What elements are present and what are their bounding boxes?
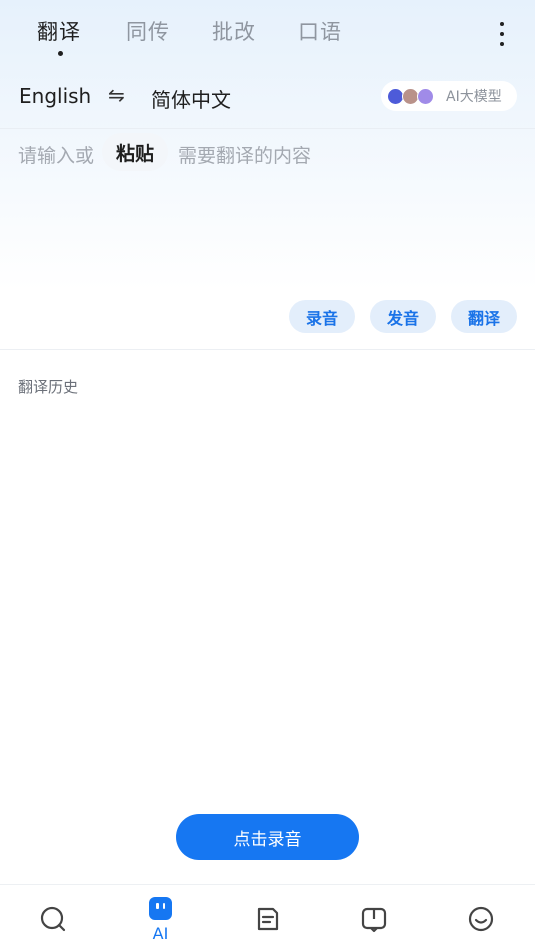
top-tabs: 翻译 同传 批改 口语 [0, 0, 535, 68]
more-menu-button[interactable] [492, 22, 512, 46]
tab-speaking[interactable]: 口语 [298, 16, 342, 46]
star-model-icon [417, 87, 434, 105]
nav-ai-label: AI [152, 924, 169, 943]
paste-button[interactable]: 粘贴 [102, 133, 168, 171]
nav-item-document[interactable] [214, 885, 321, 951]
search-icon [40, 906, 66, 932]
tap-to-record-button[interactable]: 点击录音 [176, 814, 359, 860]
ai-icon [149, 897, 172, 920]
tab-correction[interactable]: 批改 [212, 16, 256, 46]
source-language[interactable]: English [19, 84, 91, 108]
active-tab-indicator [58, 51, 63, 56]
input-placeholder-prefix: 请输入或 [18, 145, 95, 167]
more-dot-icon [500, 42, 504, 46]
smile-icon [468, 906, 494, 932]
nav-item-book[interactable] [321, 885, 428, 951]
input-placeholder-suffix: 需要翻译的内容 [178, 145, 312, 167]
model-label: AI大模型 [446, 89, 502, 105]
nav-item-search[interactable] [0, 885, 107, 951]
more-dot-icon [500, 22, 504, 26]
translation-input-area[interactable]: 请输入或 粘贴 需要翻译的内容 录音 发音 翻译 [0, 129, 535, 349]
more-dot-icon [500, 32, 504, 36]
tab-simultaneous[interactable]: 同传 [126, 16, 170, 46]
language-selector-row: English ⇋ 简体中文 AI大模型 [0, 72, 535, 120]
bottom-nav: AI [0, 884, 535, 951]
record-action-button[interactable]: 录音 [289, 300, 355, 333]
translate-action-button[interactable]: 翻译 [451, 300, 517, 333]
model-icons [387, 87, 434, 105]
tab-translate[interactable]: 翻译 [37, 16, 81, 46]
nav-item-ai[interactable]: AI [107, 885, 214, 951]
divider [0, 349, 535, 350]
ai-model-badge[interactable]: AI大模型 [381, 81, 517, 111]
swap-languages-icon[interactable]: ⇋ [108, 83, 125, 107]
speak-action-button[interactable]: 发音 [370, 300, 436, 333]
history-title: 翻译历史 [18, 378, 79, 396]
nav-item-profile[interactable] [428, 885, 535, 951]
book-icon [361, 907, 387, 933]
document-icon [257, 907, 279, 931]
target-language[interactable]: 简体中文 [151, 84, 231, 113]
